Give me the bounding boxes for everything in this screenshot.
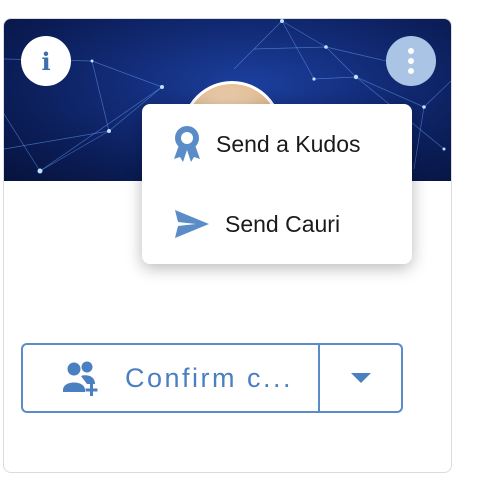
menu-item-label: Send Cauri (225, 210, 341, 237)
menu-item-send-kudos[interactable]: Send a Kudos (142, 104, 412, 184)
info-icon: i (41, 46, 51, 76)
kebab-menu-icon (408, 48, 414, 54)
dropdown-toggle-button[interactable] (320, 345, 401, 411)
confirm-button[interactable]: Confirm c... (23, 345, 320, 411)
confirm-label: Confirm c... (125, 362, 294, 393)
add-user-icon (63, 361, 98, 396)
more-options-button[interactable] (386, 36, 436, 86)
info-button[interactable]: i (21, 36, 71, 86)
menu-item-label: Send a Kudos (216, 130, 361, 157)
menu-item-send-cauri[interactable]: Send Cauri (142, 184, 412, 264)
caret-down-icon (350, 373, 371, 383)
award-ribbon-icon (174, 126, 200, 162)
confirm-split-button: Confirm c... (21, 343, 403, 413)
paper-plane-icon (175, 210, 209, 238)
more-options-menu: Send a Kudos Send Cauri (142, 104, 412, 264)
